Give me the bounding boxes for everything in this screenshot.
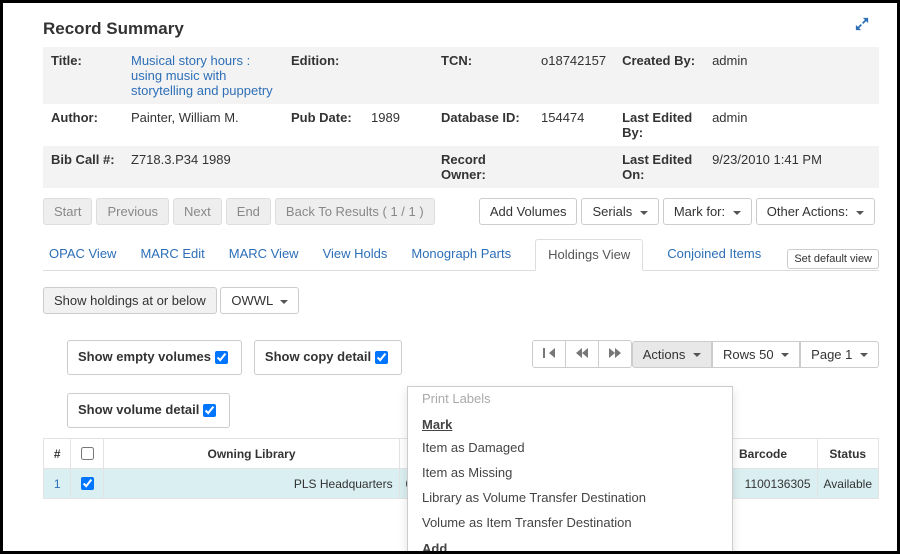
tcn-value: o18742157 <box>533 47 614 104</box>
dbid-label: Database ID: <box>433 104 533 146</box>
record-owner-label: Record Owner: <box>433 146 533 188</box>
show-volume-detail-toggle[interactable]: Show volume detail <box>67 393 230 428</box>
tab-holdings-view[interactable]: Holdings View <box>535 239 643 271</box>
next-icon <box>609 348 621 358</box>
show-volume-detail-checkbox[interactable] <box>203 404 216 417</box>
record-tabs: OPAC View MARC Edit MARC View View Holds… <box>43 239 879 271</box>
lastedit-on-value: 9/23/2010 1:41 PM <box>704 146 879 188</box>
col-owning-library-header[interactable]: Owning Library <box>104 439 399 469</box>
tcn-label: TCN: <box>433 47 533 104</box>
row-select-checkbox[interactable] <box>81 477 94 490</box>
record-owner-value <box>533 146 614 188</box>
bibcall-value: Z718.3.P34 1989 <box>123 146 283 188</box>
tab-conjoined-items[interactable]: Conjoined Items <box>667 239 761 270</box>
page-title: Record Summary <box>43 19 879 39</box>
grid-pager <box>532 340 632 368</box>
collapse-icon[interactable] <box>855 17 869 34</box>
lastedit-on-label: Last Edited On: <box>614 146 704 188</box>
menu-item-print-labels[interactable]: Print Labels <box>408 391 732 411</box>
record-summary-table: Title: Musical story hours : using music… <box>43 47 879 188</box>
created-by-label: Created By: <box>614 47 704 104</box>
col-status-header[interactable]: Status <box>817 439 878 469</box>
select-all-checkbox[interactable] <box>81 447 94 460</box>
first-icon <box>543 348 555 358</box>
caret-down-icon <box>856 211 864 215</box>
caret-down-icon <box>733 211 741 215</box>
rows-dropdown[interactable]: Rows 50 <box>712 341 800 368</box>
pubdate-value: 1989 <box>363 104 433 146</box>
tab-marc-edit[interactable]: MARC Edit <box>140 239 204 270</box>
previous-button[interactable]: Previous <box>96 198 169 225</box>
org-selector-dropdown[interactable]: OWWL <box>220 287 299 314</box>
row-num: 1 <box>44 469 71 499</box>
actions-menu[interactable]: Print Labels Mark Item as Damaged Item a… <box>407 386 733 554</box>
tab-view-holds[interactable]: View Holds <box>323 239 388 270</box>
set-default-view-button[interactable]: Set default view <box>787 249 879 269</box>
other-actions-dropdown[interactable]: Other Actions: <box>756 198 875 225</box>
start-button[interactable]: Start <box>43 198 92 225</box>
caret-down-icon <box>693 353 701 357</box>
end-button[interactable]: End <box>226 198 271 225</box>
prev-icon <box>576 348 588 358</box>
tab-marc-view[interactable]: MARC View <box>229 239 299 270</box>
lastedit-by-label: Last Edited By: <box>614 104 704 146</box>
tab-monograph-parts[interactable]: Monograph Parts <box>411 239 511 270</box>
row-status: Available <box>817 469 878 499</box>
menu-item-missing[interactable]: Item as Missing <box>408 460 732 485</box>
tab-opac-view[interactable]: OPAC View <box>49 239 116 270</box>
row-owning-library: PLS Headquarters <box>104 469 399 499</box>
pubdate-label: Pub Date: <box>283 104 363 146</box>
page-prev-button[interactable] <box>566 341 599 367</box>
record-nav-group: Start Previous Next End Back To Results … <box>43 198 439 225</box>
menu-item-vol-item-xfer[interactable]: Volume as Item Transfer Destination <box>408 510 732 535</box>
record-action-group: Add Volumes Serials Mark for: Other Acti… <box>479 198 879 225</box>
edition-value <box>363 47 433 104</box>
menu-item-lib-vol-xfer[interactable]: Library as Volume Transfer Destination <box>408 485 732 510</box>
created-by-value: admin <box>704 47 879 104</box>
add-volumes-button[interactable]: Add Volumes <box>479 198 578 225</box>
show-holdings-at-label: Show holdings at or below <box>43 287 217 314</box>
show-copy-detail-toggle[interactable]: Show copy detail <box>254 340 402 375</box>
show-empty-volumes-checkbox[interactable] <box>215 351 228 364</box>
caret-down-icon <box>640 211 648 215</box>
next-button[interactable]: Next <box>173 198 222 225</box>
show-empty-volumes-toggle[interactable]: Show empty volumes <box>67 340 242 375</box>
grid-actions-dropdown[interactable]: Actions <box>632 341 712 368</box>
author-value: Painter, William M. <box>123 104 283 146</box>
show-copy-detail-checkbox[interactable] <box>375 351 388 364</box>
col-num-header[interactable]: # <box>44 439 71 469</box>
col-select-all[interactable] <box>71 439 104 469</box>
menu-header-add: Add <box>408 535 732 554</box>
bibcall-label: Bib Call #: <box>43 146 123 188</box>
menu-header-mark: Mark <box>408 411 732 435</box>
caret-down-icon <box>781 353 789 357</box>
title-label: Title: <box>43 47 123 104</box>
serials-dropdown[interactable]: Serials <box>581 198 658 225</box>
back-to-results-button[interactable]: Back To Results ( 1 / 1 ) <box>275 198 435 225</box>
caret-down-icon <box>860 353 868 357</box>
page-next-button[interactable] <box>599 341 631 367</box>
mark-for-dropdown[interactable]: Mark for: <box>663 198 752 225</box>
page-dropdown[interactable]: Page 1 <box>800 341 879 368</box>
edition-label: Edition: <box>283 47 363 104</box>
lastedit-by-value: admin <box>704 104 879 146</box>
author-label: Author: <box>43 104 123 146</box>
menu-item-damaged[interactable]: Item as Damaged <box>408 435 732 460</box>
dbid-value: 154474 <box>533 104 614 146</box>
page-first-button[interactable] <box>533 341 566 367</box>
caret-down-icon <box>280 300 288 304</box>
title-link[interactable]: Musical story hours : using music with s… <box>131 53 273 98</box>
